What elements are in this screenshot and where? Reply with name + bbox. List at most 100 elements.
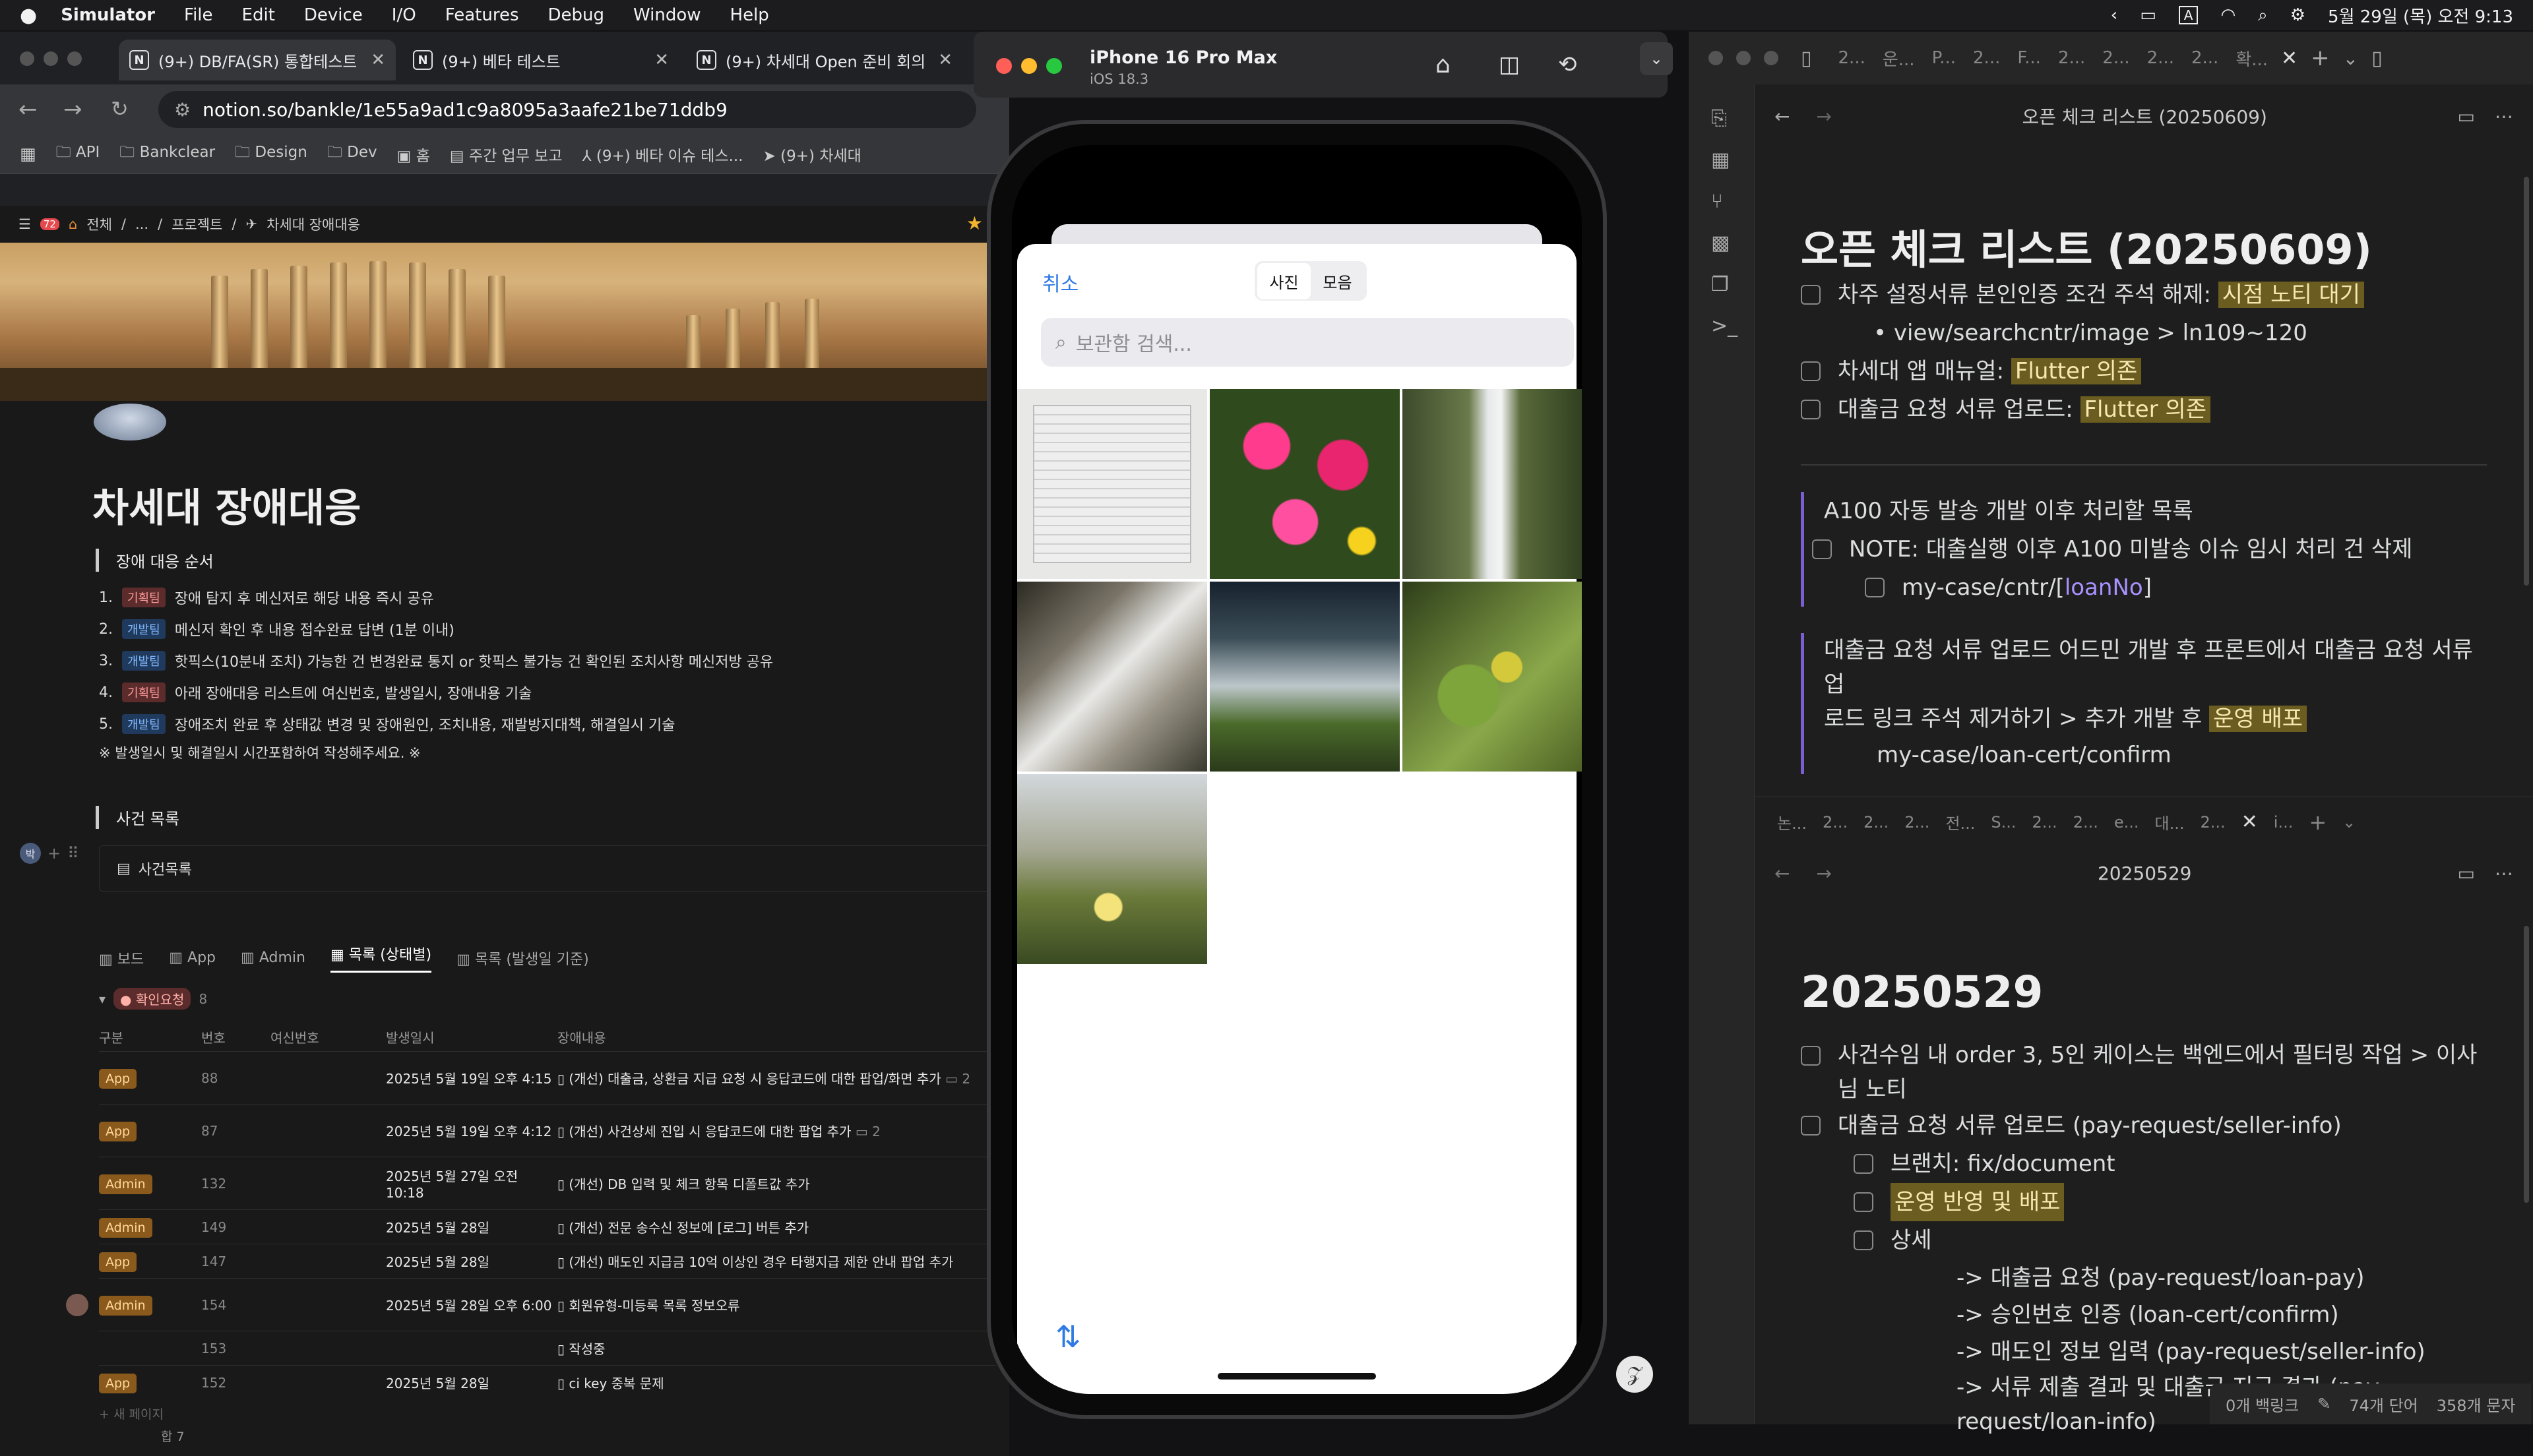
new-page-button[interactable]: + 새 페이지 [99,1405,164,1422]
browser-tab[interactable]: N (9+) DB/FA(SR) 통합테스트 ✕ [119,40,396,80]
view-tab-active[interactable]: ▦ 목록 (상태별) [330,943,432,973]
drag-handle-icon[interactable]: ⠿ [67,844,79,863]
row-title[interactable]: (개선) 전문 송수신 정보에 [로그] 버튼 추가 [569,1220,809,1236]
bookmark-link[interactable]: ➤ (9+) 차세대 [763,143,861,166]
menu-window[interactable]: Window [633,5,701,25]
scrollbar[interactable] [2524,177,2529,586]
checklist-item[interactable]: 대출금 요청 서류 업로드 (pay-request/seller-info) [1801,1107,2487,1145]
browser-tab[interactable]: N (9+) 베타 테스트 ✕ [402,40,679,80]
column-header[interactable]: 여신번호 [270,1027,386,1046]
new-tab-icon[interactable]: + [2311,45,2330,71]
close-icon[interactable]: ✕ [371,50,385,70]
note-text[interactable]: ※ 발생일시 및 해결일시 시간포함하여 작성해주세요. ※ [99,743,996,762]
bookmark-folder[interactable]: 🗀 Bankclear [119,141,215,167]
photo-thumb-beach-flower[interactable] [1017,774,1207,964]
open-quick-switcher-icon[interactable]: ⎘ [1711,107,1754,130]
menu-device[interactable]: Device [304,5,363,25]
note-tab[interactable]: 운... [1883,46,1915,71]
note-tab[interactable]: 2... [2147,48,2174,68]
table-row[interactable]: Admin 132 2025년 5월 27일 오전 10:18 ▯ (개선) D… [99,1157,996,1209]
sort-icon[interactable]: ⇅ [1055,1319,1081,1354]
forward-icon[interactable]: → [1816,863,1831,884]
internal-link[interactable]: loanNo [2065,574,2143,601]
callout-block[interactable]: 대출금 요청 서류 업로드 어드민 개발 후 프론트에서 대출금 요청 서류 업… [1801,633,2487,774]
checklist-item[interactable]: 사건수임 내 order 3, 5인 케이스는 백엔드에서 필터링 작업 > 이… [1801,1038,2487,1107]
accessibility-icon[interactable]: 𝒵 [1616,1356,1653,1393]
note-tab[interactable]: F... [2017,48,2041,68]
photo-thumb-waterfall[interactable] [1402,389,1582,579]
list-item[interactable]: 4. 기획팀 아래 장애대응 리스트에 여신번호, 발생일시, 장애내용 기술 [99,677,996,708]
zoom-dot[interactable] [1764,51,1778,65]
forward-icon[interactable]: → [1816,106,1831,127]
note-heading[interactable]: 20250529 [1801,967,2043,1017]
reload-icon[interactable]: ↻ [111,96,129,121]
quote-block[interactable]: 장애 대응 순서 [96,549,214,572]
address-bar[interactable]: ⚙ notion.so/bankle/1e55a9ad1c9a8095a3aaf… [158,91,976,128]
row-title[interactable]: (개선) 사건상세 진입 시 응답코드에 대한 팝업 추가 [569,1124,851,1139]
checklist-item[interactable]: NOTE: 대출실행 이후 A100 미발송 이슈 임시 처리 건 삭제 [1812,530,2487,568]
graph-icon[interactable]: ⑂ [1711,190,1754,213]
checklist-item[interactable]: 차주 설정서류 본인인증 조건 주석 해제: 시점 노티 대기 [1801,276,2487,314]
more-icon[interactable]: ⋯ [2495,863,2513,884]
minimize-dot[interactable] [1736,51,1751,65]
column-header[interactable]: 장애내용 [557,1027,606,1046]
search-icon[interactable]: ⌕ [2258,5,2268,26]
block-handle[interactable]: 박 + ⠿ [20,843,79,864]
arrow-line[interactable]: -> 승인번호 인증 (loan-cert/confirm) [1956,1296,2487,1333]
bookmark-link[interactable]: ▣ 홈 [397,143,430,166]
minimize-dot[interactable] [44,51,58,66]
new-tab-icon[interactable]: + [2309,810,2327,835]
table-row[interactable]: App 87 2025년 5월 19일 오후 4:12 ▯ (개선) 사건상세 … [99,1104,996,1157]
note-tab[interactable]: i... [2274,813,2294,832]
menu-file[interactable]: File [184,5,213,25]
table-row[interactable]: 153 ▯ 작성중 [99,1331,996,1365]
checklist-item[interactable]: 차세대 앱 매뉴얼: Flutter 의존 [1801,352,2487,390]
column-header[interactable]: 발생일시 [386,1027,557,1046]
rotate-icon[interactable]: ⟲ [1558,51,1577,78]
battery-icon[interactable]: ▭ [2140,5,2156,25]
checkbox[interactable] [1801,1116,1821,1136]
sidebar-toggle-icon[interactable]: ☰ [18,216,31,232]
chevron-down-icon[interactable]: ▾ [99,991,106,1007]
checklist-item[interactable]: 상세 [1854,1221,2487,1259]
photo-thumb-flowers[interactable] [1210,389,1400,579]
canvas-icon[interactable]: ▩ [1711,231,1754,255]
note-tab[interactable]: 2... [1863,813,1889,832]
page-title[interactable]: 차세대 장애대응 [92,476,361,533]
segment-photos[interactable]: 사진 [1257,262,1311,299]
apple-icon[interactable]: ● [20,4,37,27]
checkbox[interactable] [1812,539,1832,559]
checklist-item[interactable]: 브랜치: fix/document [1854,1145,2487,1183]
row-title[interactable]: 작성중 [569,1341,605,1357]
browser-tab[interactable]: N (9+) 차세대 Open 준비 회의 ✕ [686,40,963,80]
arrow-line[interactable]: -> 대출금 요청 (pay-request/loan-pay) [1956,1259,2487,1296]
close-icon[interactable]: ✕ [2281,47,2298,70]
wifi-icon[interactable]: ◠ [2220,5,2236,25]
chevron-down-icon[interactable]: ⌄ [2343,47,2358,69]
control-center-icon[interactable]: ⚙ [2290,5,2305,25]
quote-block[interactable]: 사건 목록 [96,806,179,829]
checklist-item[interactable]: my-case/cntr/[loanNo] [1865,568,2487,607]
breadcrumb-item[interactable]: 차세대 장애대응 [266,214,360,234]
table-row[interactable]: Admin 149 2025년 5월 28일 ▯ (개선) 전문 송수신 정보에… [99,1209,996,1244]
home-indicator[interactable] [1218,1373,1376,1380]
column-header[interactable]: 구분 [99,1027,201,1046]
photo-thumb-document[interactable] [1017,389,1207,579]
bullet-item[interactable]: • view/searchcntr/image > ln109~120 [1801,314,2487,352]
photo-thumb-rapids[interactable] [1017,582,1207,772]
input-source-icon[interactable]: A [2178,6,2199,24]
menu-features[interactable]: Features [445,5,519,25]
note-tab[interactable]: 대... [2155,810,2185,834]
menu-debug[interactable]: Debug [548,5,605,25]
back-icon[interactable]: ← [1774,106,1790,127]
checkbox[interactable] [1801,285,1821,305]
note-tab[interactable]: 2... [1973,48,2000,68]
bookmark-folder[interactable]: 🗀 Dev [327,141,377,167]
note-tab[interactable]: 2... [2073,813,2098,832]
row-title[interactable]: 회원유형-미등록 목록 정보오류 [569,1298,739,1314]
notification-badge[interactable]: 72 [40,218,59,230]
list-item[interactable]: 3. 개발팀 핫픽스(10분내 조치) 가능한 건 변경완료 통지 or 핫픽스… [99,645,996,677]
forward-icon[interactable]: → [63,96,82,123]
table-row[interactable]: App 88 2025년 5월 19일 오후 4:15 ▯ (개선) 대출금, … [99,1051,996,1104]
breadcrumb-item[interactable]: ... [135,216,148,232]
